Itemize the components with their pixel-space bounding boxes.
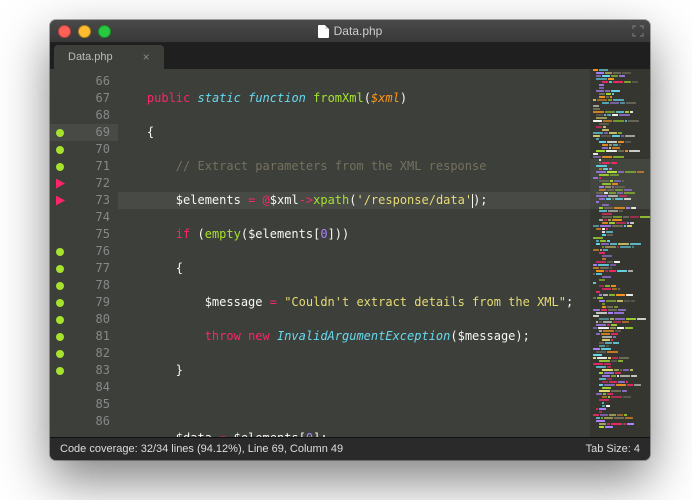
coverage-hit-icon — [56, 163, 64, 171]
code-line: public static function fromXml($xml) — [118, 90, 590, 107]
fullscreen-icon[interactable] — [632, 25, 644, 37]
status-left: Code coverage: 32/34 lines (94.12%), Lin… — [60, 443, 343, 455]
tab-close-icon[interactable]: × — [143, 50, 150, 64]
gutter-line[interactable]: 67 — [50, 90, 118, 107]
window-title: Data.php — [50, 24, 650, 38]
coverage-hit-icon — [56, 299, 64, 307]
status-right[interactable]: Tab Size: 4 — [586, 443, 640, 455]
gutter-line[interactable]: 66 — [50, 73, 118, 90]
gutter-line[interactable]: 70 — [50, 141, 118, 158]
gutter-line[interactable]: 82 — [50, 345, 118, 362]
coverage-hit-icon — [56, 367, 64, 375]
coverage-hit-icon — [56, 129, 64, 137]
coverage-miss-icon — [56, 179, 65, 189]
tab-bar: Data.php × — [50, 43, 650, 69]
gutter-line[interactable]: 83 — [50, 362, 118, 379]
gutter-line[interactable]: 72 — [50, 175, 118, 192]
document-icon — [318, 25, 329, 38]
tab-data-php[interactable]: Data.php × — [54, 45, 164, 69]
minimize-window-button[interactable] — [78, 25, 91, 38]
close-window-button[interactable] — [58, 25, 71, 38]
coverage-hit-icon — [56, 282, 64, 290]
coverage-hit-icon — [56, 316, 64, 324]
gutter-line[interactable]: 80 — [50, 311, 118, 328]
editor-window: Data.php Data.php × 66676869707172737475… — [50, 20, 650, 460]
gutter-line[interactable]: 68 — [50, 107, 118, 124]
gutter-line[interactable]: 69 — [50, 124, 118, 141]
coverage-hit-icon — [56, 265, 64, 273]
window-title-text: Data.php — [334, 24, 383, 38]
gutter-line[interactable]: 77 — [50, 260, 118, 277]
coverage-hit-icon — [56, 146, 64, 154]
zoom-window-button[interactable] — [98, 25, 111, 38]
gutter-line[interactable]: 84 — [50, 379, 118, 396]
code-area[interactable]: public static function fromXml($xml) { /… — [118, 69, 590, 437]
gutter-line[interactable]: 81 — [50, 328, 118, 345]
code-line: } — [118, 362, 590, 379]
code-line: $elements = @$xml->xpath('/response/data… — [118, 192, 590, 209]
code-line: throw new InvalidArgumentException($mess… — [118, 328, 590, 345]
code-line: if (empty($elements[0])) — [118, 226, 590, 243]
code-line — [118, 396, 590, 413]
gutter-line[interactable]: 71 — [50, 158, 118, 175]
gutter-line[interactable]: 85 — [50, 396, 118, 413]
status-bar: Code coverage: 32/34 lines (94.12%), Lin… — [50, 437, 650, 460]
minimap[interactable] — [590, 69, 650, 437]
editor-area: 6667686970717273747576777879808182838485… — [50, 69, 650, 437]
tab-label: Data.php — [68, 51, 113, 63]
gutter-line[interactable]: 86 — [50, 413, 118, 430]
coverage-hit-icon — [56, 333, 64, 341]
code-line: $data = $elements[0]; — [118, 430, 590, 437]
titlebar[interactable]: Data.php — [50, 20, 650, 43]
traffic-lights — [50, 25, 111, 38]
gutter-line[interactable]: 74 — [50, 209, 118, 226]
gutter[interactable]: 6667686970717273747576777879808182838485… — [50, 69, 118, 437]
gutter-line[interactable]: 73 — [50, 192, 118, 209]
gutter-line[interactable]: 79 — [50, 294, 118, 311]
coverage-miss-icon — [56, 196, 65, 206]
code-line: // Extract parameters from the XML respo… — [118, 158, 590, 175]
code-line: { — [118, 124, 590, 141]
code-line: { — [118, 260, 590, 277]
gutter-line[interactable]: 76 — [50, 243, 118, 260]
code-line: $message = "Couldn't extract details fro… — [118, 294, 590, 311]
coverage-hit-icon — [56, 350, 64, 358]
gutter-line[interactable]: 78 — [50, 277, 118, 294]
coverage-hit-icon — [56, 248, 64, 256]
gutter-line[interactable]: 75 — [50, 226, 118, 243]
